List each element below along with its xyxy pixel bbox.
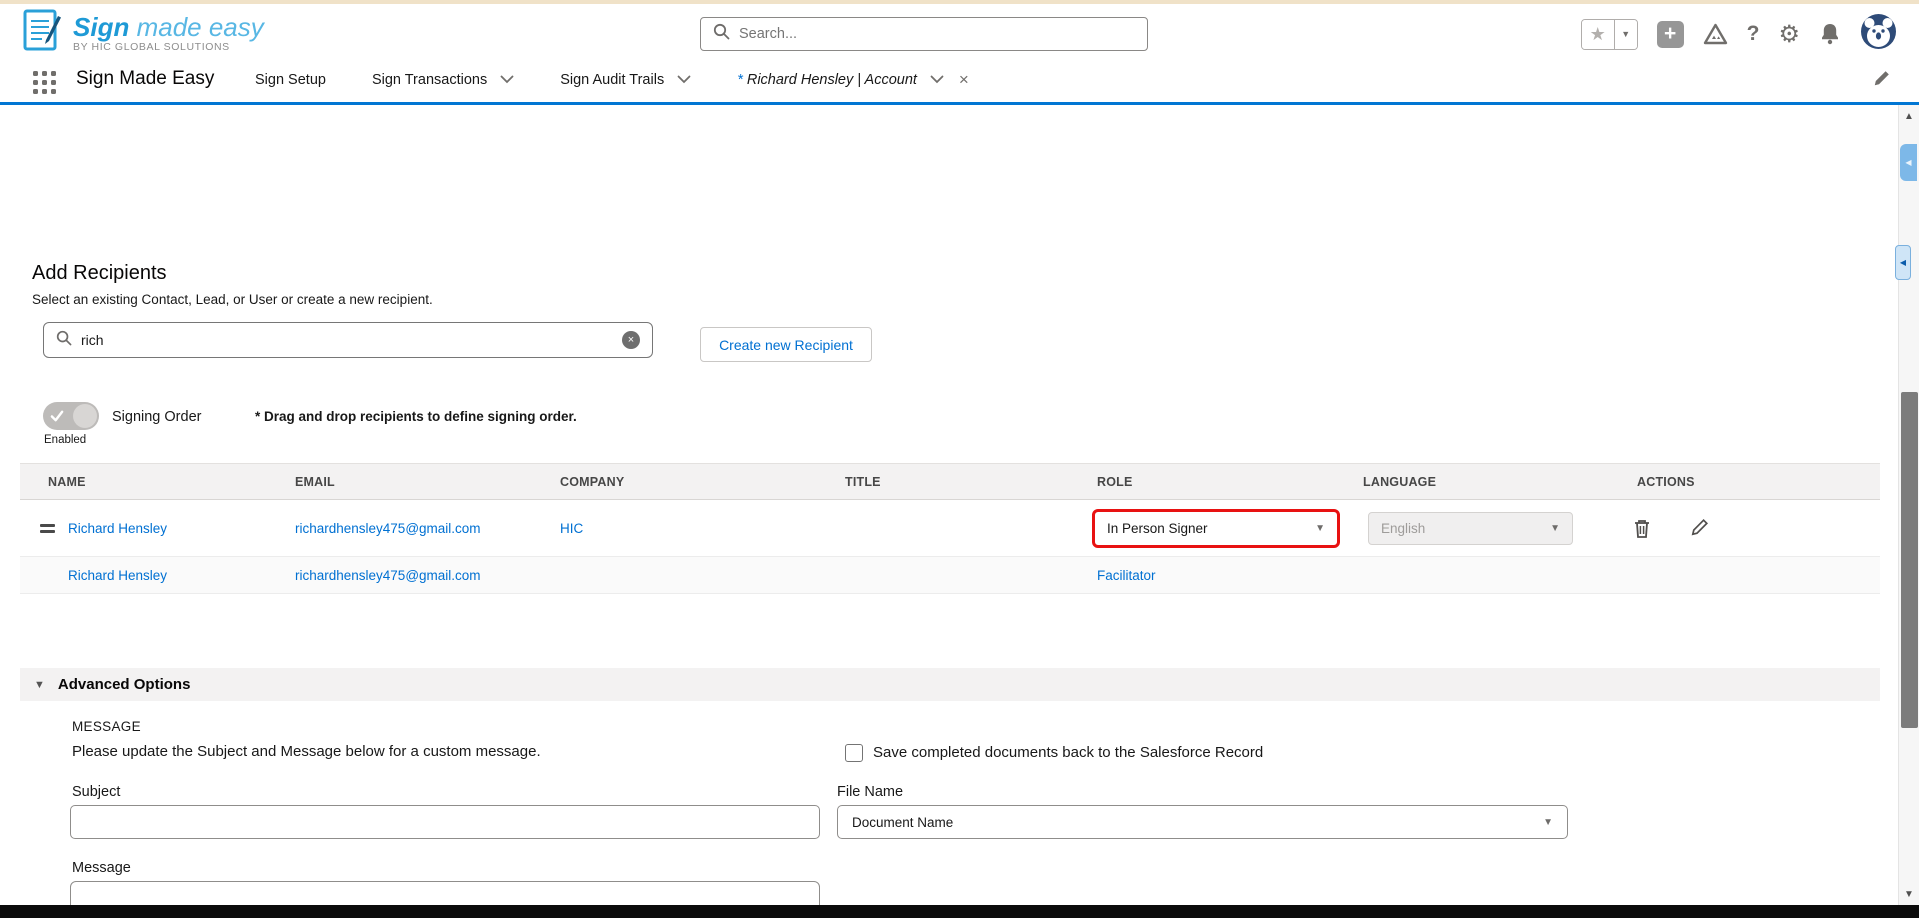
save-documents-label: Save completed documents back to the Sal… [873,744,1263,761]
language-select-value: English [1381,521,1550,536]
logo-text: Sign made easy BY HIC GLOBAL SOLUTIONS [73,14,264,53]
favorites-control[interactable]: ★ ▼ [1581,19,1638,50]
close-tab-icon[interactable]: × [959,70,969,90]
file-name-value: Document Name [852,815,1543,830]
tab-sign-audit-trails[interactable]: Sign Audit Trails [560,72,691,88]
vertical-scrollbar[interactable]: ▲ ▼ [1898,105,1919,918]
recipient-name-link[interactable]: Richard Hensley [68,521,167,536]
help-icon[interactable]: ? [1747,22,1760,46]
favorites-dropdown-icon[interactable]: ▼ [1614,20,1637,49]
add-recipients-subtitle: Select an existing Contact, Lead, or Use… [32,292,433,307]
column-header-title: TITLE [845,475,881,489]
column-header-actions: ACTIONS [1637,475,1695,489]
app-window: Sign made easy BY HIC GLOBAL SOLUTIONS ★… [0,0,1919,918]
recipient-email-link[interactable]: richardhensley475@gmail.com [295,568,481,583]
expand-panel-tab[interactable]: ◀ [1895,245,1911,280]
chevron-down-icon[interactable] [930,72,944,88]
recipient-email-link[interactable]: richardhensley475@gmail.com [295,521,481,536]
message-label: Message [72,860,131,876]
advanced-options-title: Advanced Options [58,676,191,693]
expand-panel-tab[interactable]: ◀ [1900,144,1917,181]
role-select-value: In Person Signer [1107,521,1315,536]
global-search-input[interactable] [739,26,1135,42]
add-recipients-title: Add Recipients [32,262,167,285]
recipient-name-link[interactable]: Richard Hensley [68,568,167,583]
logo-tagline: BY HIC GLOBAL SOLUTIONS [73,41,264,53]
scrollbar-thumb[interactable] [1901,392,1918,728]
search-icon [56,330,72,351]
toggle-state-label: Enabled [44,434,86,446]
tab-label: Sign Transactions [372,72,487,88]
tab-label: Sign Audit Trails [560,72,664,88]
recipient-role-link[interactable]: Facilitator [1097,568,1156,583]
role-select-highlighted[interactable]: In Person Signer ▼ [1092,509,1340,548]
message-section-label: MESSAGE [72,719,141,734]
section-collapse-icon[interactable]: ▼ [34,679,45,691]
nav-tabs: Sign Setup Sign Transactions Sign Audit … [255,57,969,102]
column-header-language: LANGUAGE [1363,475,1436,489]
tab-sign-transactions[interactable]: Sign Transactions [372,72,514,88]
chevron-down-icon: ▼ [1550,523,1560,534]
global-search[interactable] [700,17,1148,51]
user-avatar[interactable] [1860,13,1897,55]
signing-order-toggle[interactable] [43,402,99,430]
recipients-table: NAME EMAIL COMPANY TITLE ROLE LANGUAGE A… [20,463,1880,594]
table-row: Richard Hensley richardhensley475@gmail.… [20,500,1880,557]
tab-sign-setup[interactable]: Sign Setup [255,72,326,88]
app-name: Sign Made Easy [76,68,214,90]
column-header-email: EMAIL [295,475,335,489]
file-name-label: File Name [837,784,903,800]
search-icon [713,23,730,45]
tab-richard-hensley-account[interactable]: *Richard Hensley | Account × [737,70,969,90]
save-documents-checkbox[interactable] [845,744,863,762]
scroll-up-icon[interactable]: ▲ [1899,111,1919,122]
app-launcher-icon[interactable] [33,71,57,95]
column-header-name: NAME [48,475,86,489]
subject-label: Subject [72,784,120,800]
bottom-black-bar [0,905,1919,918]
file-name-select[interactable]: Document Name ▼ [837,805,1568,839]
scroll-down-icon[interactable]: ▼ [1899,889,1919,900]
trailhead-icon[interactable] [1703,23,1728,46]
column-header-role: ROLE [1097,475,1133,489]
column-header-company: COMPANY [560,475,624,489]
chevron-down-icon: ▼ [1543,817,1553,828]
tab-label: Sign Setup [255,72,326,88]
toggle-knob [73,404,97,428]
check-icon [50,409,65,423]
signing-order-note: * Drag and drop recipients to define sig… [255,409,577,424]
message-hint: Please update the Subject and Message be… [72,743,541,760]
edit-page-pencil-icon[interactable] [1872,69,1891,93]
chevron-down-icon[interactable] [500,72,514,88]
edit-pencil-icon[interactable] [1690,518,1709,542]
setup-gear-icon[interactable]: ⚙ [1778,20,1800,49]
notifications-bell-icon[interactable] [1819,22,1841,46]
logo-brand: Sign [73,12,129,42]
table-header-row: NAME EMAIL COMPANY TITLE ROLE LANGUAGE A… [20,463,1880,500]
create-new-recipient-button[interactable]: Create new Recipient [700,327,872,362]
chevron-down-icon: ▼ [1315,523,1325,534]
unsaved-marker: * [737,72,743,88]
subject-input[interactable] [70,805,820,839]
favorites-star-icon[interactable]: ★ [1582,20,1614,49]
recipient-search-box[interactable]: × [43,322,653,358]
signing-order-label: Signing Order [112,409,201,425]
delete-trash-icon[interactable] [1633,518,1651,544]
table-row: Richard Hensley richardhensley475@gmail.… [20,557,1880,594]
tab-label: Richard Hensley | Account [747,72,917,88]
global-header: Sign made easy BY HIC GLOBAL SOLUTIONS ★… [0,4,1919,57]
recipient-search-input[interactable] [81,332,613,348]
advanced-options-header[interactable]: ▼ Advanced Options [20,668,1880,701]
app-logo: Sign made easy BY HIC GLOBAL SOLUTIONS [22,8,264,59]
header-utility-icons: ★ ▼ + ? ⚙ [1581,13,1897,55]
chevron-down-icon[interactable] [677,72,691,88]
language-select-disabled: English ▼ [1368,512,1573,545]
drag-handle-icon[interactable] [40,524,55,536]
quick-create-icon[interactable]: + [1657,21,1684,48]
clear-search-icon[interactable]: × [622,331,640,349]
logo-document-icon [22,8,64,59]
recipient-company-link[interactable]: HIC [560,521,583,536]
app-nav-bar: Sign Made Easy Sign Setup Sign Transacti… [0,57,1919,105]
logo-brand-suffix: made easy [137,12,264,42]
